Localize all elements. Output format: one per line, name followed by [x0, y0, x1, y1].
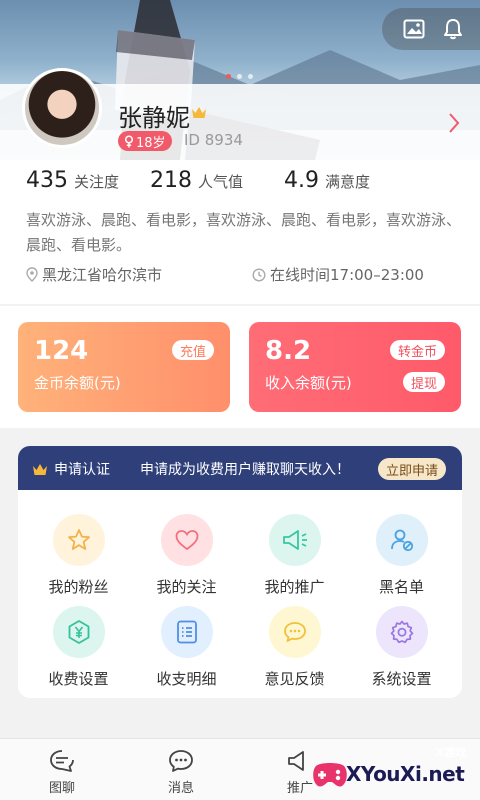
income-balance-card[interactable]: 8.2 收入余额(元) 转金币 提现 [249, 322, 461, 412]
watermark: X游戏 XYouXi.net [310, 744, 480, 800]
gold-balance-label: 金币余额(元) [34, 374, 121, 392]
income-balance-label: 收入余额(元) [265, 374, 352, 392]
clock-icon [252, 267, 266, 282]
income-balance-value: 8.2 [265, 336, 312, 366]
location-pin-icon [26, 267, 38, 282]
grid-item-label: 收费设置 [48, 670, 109, 688]
avatar[interactable] [22, 68, 102, 148]
star-icon [52, 514, 105, 566]
watermark-url: XYouXi.net [346, 762, 465, 786]
image-icon[interactable] [401, 16, 427, 42]
watermark-tag: X游戏 [435, 746, 466, 759]
chat-lines-icon [48, 745, 76, 777]
grid-item-label: 我的粉丝 [48, 578, 109, 596]
location: 黑龙江省哈尔滨市 [26, 264, 162, 285]
grid-item-feedback[interactable]: 意见反馈 [239, 606, 350, 689]
gear-icon [375, 606, 428, 658]
user-name: 张静妮 [118, 104, 190, 132]
balance-section: 124 金币余额(元) 充值 8.2 收入余额(元) 转金币 提现 [0, 306, 480, 428]
age-badge: 18岁 [118, 131, 172, 151]
female-icon [124, 134, 134, 147]
user-id: ID 8934 [184, 131, 243, 149]
stat-attention: 435 关注度 [26, 168, 119, 193]
grid-item-promotion[interactable]: 我的推广 [239, 514, 350, 597]
gamepad-logo-icon [313, 763, 347, 787]
carousel-dots[interactable] [226, 74, 253, 79]
crown-icon [33, 463, 47, 475]
online-time: 在线时间17:00–23:00 [252, 264, 424, 285]
tab-label: 图聊 [48, 781, 75, 796]
stat-label: 关注度 [74, 173, 120, 191]
stat-value: 435 [26, 168, 68, 193]
online-time-text: 在线时间17:00–23:00 [270, 266, 424, 284]
bell-icon[interactable] [440, 16, 466, 42]
grid-item-transactions[interactable]: 收支明细 [131, 606, 242, 689]
stat-popularity: 218 人气值 [150, 168, 243, 193]
grid-item-label: 我的推广 [264, 578, 325, 596]
chevron-right-icon[interactable] [448, 112, 460, 138]
chat-bubble-icon [268, 606, 321, 658]
stat-satisfaction: 4.9 满意度 [284, 168, 370, 193]
vip-crown-icon [191, 104, 207, 123]
feature-grid: 我的粉丝 我的关注 我的推广 黑名单 收费设置 收支明细 意见反馈 系统设置 [18, 490, 462, 698]
stat-label: 人气值 [198, 173, 244, 191]
grid-item-system-settings[interactable]: 系统设置 [346, 606, 457, 689]
grid-item-fee-settings[interactable]: 收费设置 [23, 606, 134, 689]
heart-icon [160, 514, 213, 566]
grid-item-following[interactable]: 我的关注 [131, 514, 242, 597]
grid-item-label: 黑名单 [378, 578, 424, 596]
grid-item-blacklist[interactable]: 黑名单 [346, 514, 457, 597]
apply-title: 申请认证 [54, 462, 110, 478]
apply-message: 申请成为收费用户赚取聊天收入！ [140, 462, 350, 478]
tab-picture-chat[interactable]: 图聊 [22, 745, 102, 796]
tab-messages[interactable]: 消息 [141, 745, 221, 796]
location-text: 黑龙江省哈尔滨市 [42, 266, 163, 284]
stat-label: 满意度 [325, 173, 371, 191]
grid-item-label: 收支明细 [156, 670, 217, 688]
withdraw-button[interactable]: 提现 [402, 372, 445, 392]
apply-banner[interactable]: 申请认证 申请成为收费用户赚取聊天收入！ 立即申请 [18, 446, 462, 492]
yuan-icon [52, 606, 105, 658]
recharge-button[interactable]: 充值 [171, 340, 214, 360]
grid-item-fans[interactable]: 我的粉丝 [23, 514, 134, 597]
grid-item-label: 意见反馈 [264, 670, 325, 688]
tab-label: 消息 [167, 781, 194, 796]
grid-item-label: 系统设置 [371, 670, 432, 688]
convert-gold-button[interactable]: 转金币 [389, 340, 445, 360]
bio-text: 喜欢游泳、晨跑、看电影，喜欢游泳、晨跑、看电影，喜欢游泳、晨跑、看电影。 [26, 211, 462, 254]
apply-now-button[interactable]: 立即申请 [377, 458, 446, 480]
top-actions [382, 8, 480, 50]
grid-item-label: 我的关注 [156, 578, 217, 596]
megaphone-icon [268, 514, 321, 566]
list-icon [160, 606, 213, 658]
gold-balance-value: 124 [34, 336, 89, 366]
age-text: 18岁 [136, 135, 166, 151]
message-icon [167, 745, 195, 777]
stat-value: 218 [150, 168, 192, 193]
gold-balance-card[interactable]: 124 金币余额(元) 充值 [18, 322, 230, 412]
stat-value: 4.9 [284, 168, 319, 193]
block-user-icon [375, 514, 428, 566]
profile-info: 435 关注度 218 人气值 4.9 满意度 喜欢游泳、晨跑、看电影，喜欢游泳… [0, 160, 480, 304]
